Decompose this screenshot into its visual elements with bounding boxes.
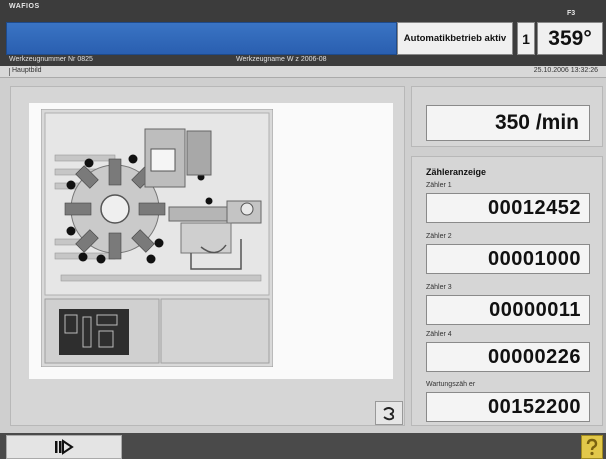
start-step-softkey[interactable] (6, 435, 122, 459)
counter-label: Zähler 3 (426, 284, 452, 291)
title-bar: WAFIOS Automatikbetrieb aktiv F3 1 359° … (0, 0, 606, 66)
counter-2-field[interactable]: 00001000 (426, 244, 590, 274)
channel-number-display: 1 (517, 22, 535, 55)
speed-card: 350 /min (411, 86, 603, 147)
breadcrumb: Hauptbild (12, 67, 42, 74)
speed-display: 350 /min (426, 105, 590, 141)
softkey-bar (0, 433, 606, 459)
breadcrumb-divider (9, 68, 10, 76)
printer-icon (383, 407, 395, 421)
help-button[interactable] (581, 435, 603, 459)
print-button[interactable] (375, 401, 403, 425)
counter-label: Zähler 2 (426, 233, 452, 240)
counter-value: 00001000 (488, 247, 581, 270)
angle-value: 359° (548, 26, 592, 50)
tool-number: Werkzeugnummer Nr 0825 (9, 56, 93, 63)
counter-label: Zähler 1 (426, 182, 452, 189)
counter-display-card: Zähleranzeige Zähler 1 00012452 Zähler 2… (411, 156, 603, 426)
counter-4-field[interactable]: 00000226 (426, 342, 590, 372)
machine-view-panel (10, 86, 405, 426)
breadcrumb-bar: Hauptbild 25.10.2006 13:32:26 (0, 66, 606, 78)
speed-value: 350 /min (494, 111, 579, 134)
status-message-bar (6, 22, 397, 55)
counter-3-field[interactable]: 00000011 (426, 295, 590, 325)
tool-name: Werkzeugname W z 2006-08 (236, 56, 327, 63)
counter-title: Zähleranzeige (426, 167, 487, 177)
machine-image-area (29, 103, 393, 379)
f-key-label: F3 (567, 10, 576, 17)
channel-number: 1 (522, 30, 530, 47)
date-time: 25.10.2006 13:32:26 (533, 67, 598, 74)
counter-value: 00000226 (488, 345, 581, 368)
machine-image (41, 109, 273, 367)
help-icon (586, 438, 598, 456)
maintenance-counter-field[interactable]: 00152200 (426, 392, 590, 422)
operating-mode-indicator: Automatikbetrieb aktiv (397, 22, 513, 55)
operating-mode-label: Automatikbetrieb aktiv (403, 33, 507, 44)
status-panel: 350 /min Zähleranzeige Zähler 1 00012452… (411, 86, 603, 426)
brand-logo: WAFIOS (9, 3, 40, 10)
counter-value: 00012452 (488, 196, 581, 219)
counter-label: Zähler 4 (426, 331, 452, 338)
counter-1-field[interactable]: 00012452 (426, 193, 590, 223)
counter-label: Wartungszäh er (426, 381, 476, 388)
counter-value: 00152200 (488, 395, 581, 418)
angle-display: 359° (537, 22, 603, 55)
main-area: 350 /min Zähleranzeige Zähler 1 00012452… (0, 78, 606, 433)
play-step-icon (55, 439, 74, 455)
counter-value: 00000011 (489, 298, 581, 321)
